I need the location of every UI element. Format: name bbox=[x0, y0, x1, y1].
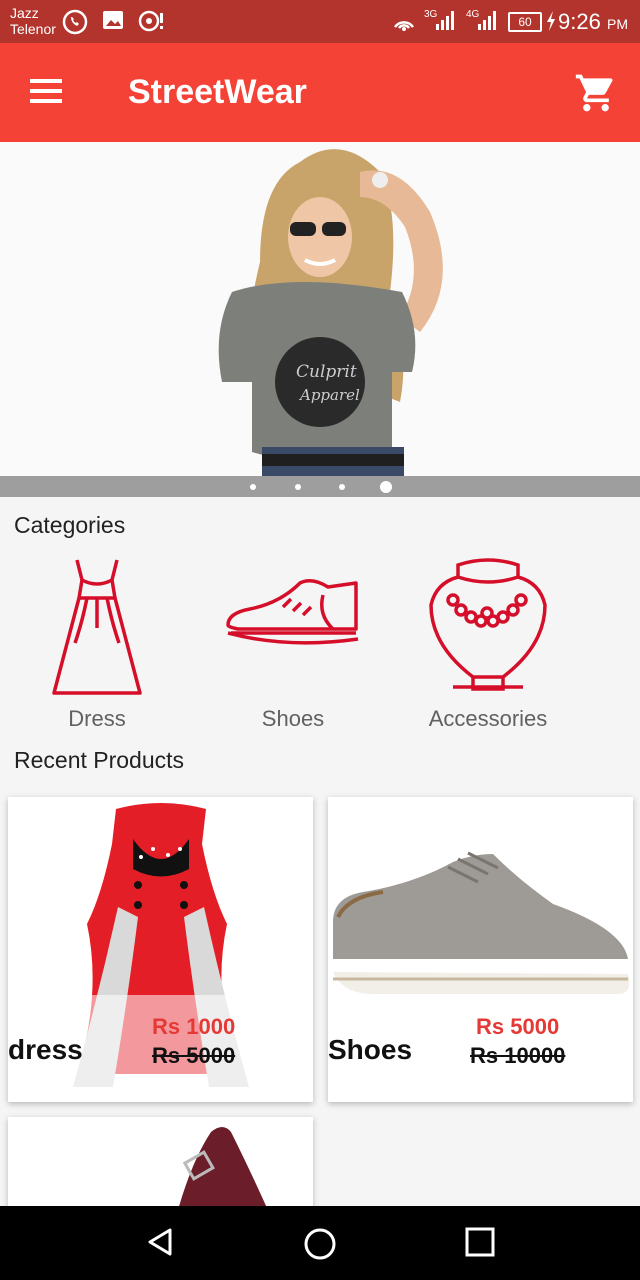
product-price: Rs 5000 bbox=[476, 1014, 560, 1039]
banner-model-image: Culprit Apparel bbox=[218, 149, 443, 497]
app-title: StreetWear bbox=[128, 73, 307, 111]
categories-title: Categories bbox=[14, 512, 126, 538]
svg-text:Apparel: Apparel bbox=[298, 386, 360, 404]
clock-ampm: PM bbox=[607, 16, 628, 32]
charging-icon bbox=[547, 11, 555, 31]
product-old-price: Rs 10000 bbox=[470, 1043, 566, 1068]
status-bar: Jazz Telenor 3G 4G 60 9:26 PM bbox=[0, 0, 640, 43]
carousel-dot-4[interactable] bbox=[380, 481, 392, 493]
carousel-indicator-strip bbox=[0, 476, 640, 497]
dress-icon bbox=[52, 559, 142, 695]
carrier-label: Jazz Telenor bbox=[10, 5, 56, 37]
battery-icon: 60 bbox=[508, 12, 542, 32]
shirt-print-text: Culprit bbox=[296, 362, 357, 382]
product-image-bag bbox=[176, 1127, 271, 1217]
product-name: Shoes bbox=[328, 1034, 413, 1065]
category-accessories[interactable]: Accessories bbox=[398, 555, 578, 732]
necklace-icon bbox=[429, 558, 547, 691]
clock: 9:26 PM bbox=[558, 9, 628, 35]
category-shoes[interactable]: Shoes bbox=[203, 555, 383, 732]
system-nav-bar bbox=[0, 1206, 640, 1280]
product-price: Rs 1000 bbox=[152, 1014, 236, 1039]
signal-icon-2 bbox=[478, 11, 496, 30]
product-card-shoes[interactable]: Shoes Rs 5000 Rs 10000 bbox=[328, 797, 633, 1102]
product-card-dress[interactable]: dress Rs 1000 Rs 5000 bbox=[8, 797, 313, 1102]
signal-icon bbox=[436, 11, 454, 30]
category-dress[interactable]: Dress bbox=[7, 555, 187, 732]
product-old-price: Rs 5000 bbox=[152, 1043, 236, 1068]
carousel-dot-3[interactable] bbox=[339, 484, 345, 490]
carousel-dot-2[interactable] bbox=[295, 484, 301, 490]
category-label: Accessories bbox=[428, 706, 548, 731]
category-label: Dress bbox=[68, 706, 126, 731]
shoe-icon bbox=[226, 579, 359, 645]
gallery-icon bbox=[103, 11, 123, 29]
hotspot-status-icon bbox=[138, 10, 163, 32]
recents-icon[interactable] bbox=[464, 1226, 496, 1258]
wifi-calling-icon bbox=[393, 21, 415, 31]
product-card-bag[interactable] bbox=[8, 1117, 313, 1217]
recent-products-title: Recent Products bbox=[14, 747, 185, 773]
carousel-dot-1[interactable] bbox=[250, 484, 256, 490]
clock-time: 9:26 bbox=[558, 9, 601, 34]
whatsapp-icon bbox=[62, 9, 88, 35]
back-icon[interactable] bbox=[144, 1226, 176, 1258]
home-icon[interactable] bbox=[302, 1226, 338, 1262]
carrier-line2: Telenor bbox=[10, 21, 56, 37]
carrier-line1: Jazz bbox=[10, 5, 39, 21]
hamburger-menu-icon[interactable] bbox=[30, 75, 70, 107]
product-name: dress bbox=[8, 1034, 83, 1065]
shopping-cart-icon[interactable] bbox=[574, 71, 618, 115]
category-label: Shoes bbox=[261, 706, 325, 731]
app-bar: StreetWear bbox=[0, 43, 640, 142]
banner-carousel[interactable]: Culprit Apparel bbox=[0, 142, 640, 497]
